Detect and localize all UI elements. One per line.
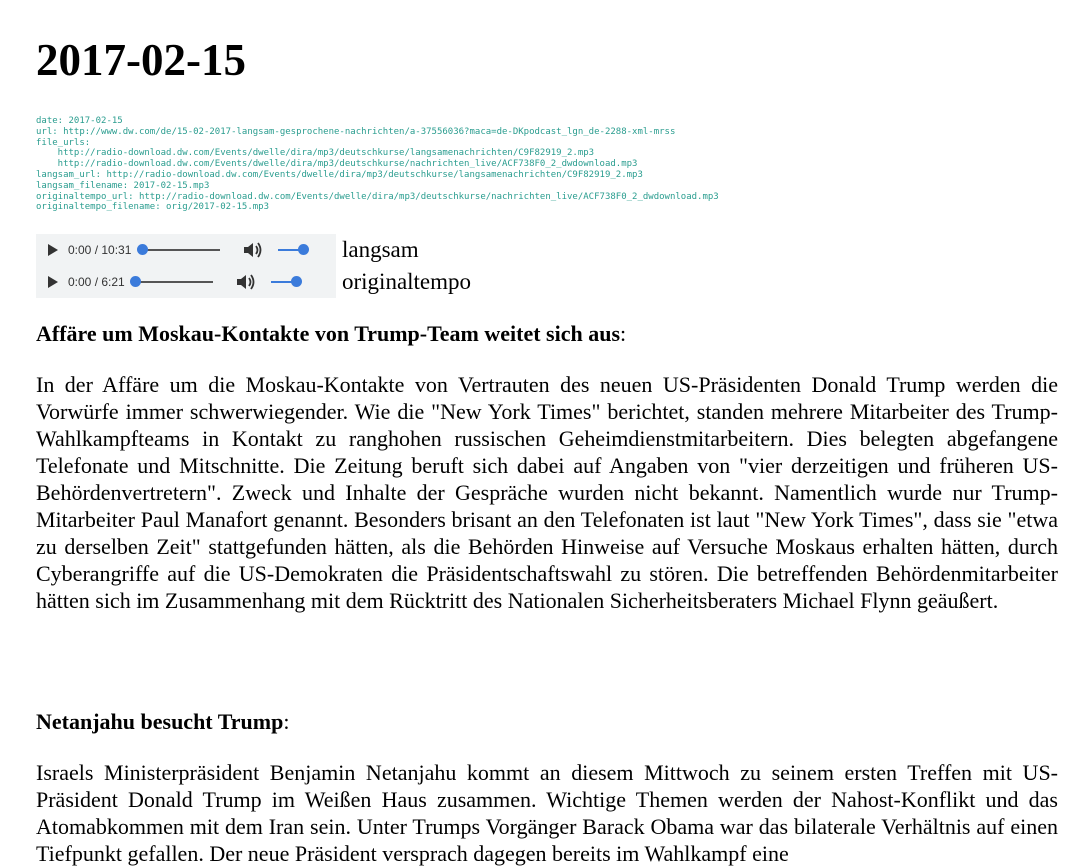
meta-line: http://radio-download.dw.com/Events/dwel…	[36, 159, 638, 170]
seek-slider[interactable]	[130, 276, 213, 288]
player-label: originaltempo	[342, 269, 472, 295]
article-body: In der Affäre um die Moskau-Kontakte von…	[36, 372, 1058, 614]
volume-thumb[interactable]	[298, 244, 309, 256]
player-time: 0:00 / 6:21	[68, 275, 125, 290]
volume-icon[interactable]	[235, 273, 257, 291]
seek-thumb[interactable]	[130, 276, 141, 288]
meta-line: originaltempo_filename: orig/2017-02-15.…	[36, 202, 269, 213]
page-title: 2017-02-15	[36, 35, 246, 85]
meta-line: http://radio-download.dw.com/Events/dwel…	[36, 148, 595, 159]
article-heading: Affäre um Moskau-Kontakte von Trump-Team…	[36, 321, 621, 347]
player-label: langsam	[342, 237, 419, 263]
article-title: Affäre um Moskau-Kontakte von Trump-Team…	[36, 320, 1058, 347]
title-suffix: :	[620, 321, 627, 347]
article-heading: Netanjahu besucht Trump	[36, 709, 284, 735]
article-body: Israels Ministerpräsident Benjamin Netan…	[36, 760, 1058, 867]
player-time: 0:00 / 10:31	[68, 243, 132, 258]
volume-icon[interactable]	[242, 241, 264, 259]
title-suffix: :	[283, 709, 290, 735]
seek-thumb[interactable]	[137, 244, 148, 256]
play-icon[interactable]	[46, 275, 60, 289]
volume-slider[interactable]	[271, 276, 302, 288]
meta-line: langsam_filename: 2017-02-15.mp3	[36, 180, 210, 191]
player-row-originaltempo: 0:00 / 6:21 originaltempo	[36, 266, 1058, 299]
audio-players: 0:00 / 10:31 langsam 0:00 / 6:21 origina…	[36, 234, 1058, 299]
audio-player-originaltempo: 0:00 / 6:21	[36, 266, 336, 299]
volume-slider[interactable]	[278, 244, 309, 256]
audio-player-langsam: 0:00 / 10:31	[36, 234, 336, 267]
page: 2017-02-15 date: 2017-02-15 url: http://…	[0, 0, 1078, 867]
meta-line: langsam_url: http://radio-download.dw.co…	[36, 169, 643, 180]
meta-line: file_urls:	[36, 137, 91, 148]
seek-slider[interactable]	[137, 244, 220, 256]
meta-line: originaltempo_url: http://radio-download…	[36, 191, 719, 202]
player-row-langsam: 0:00 / 10:31 langsam	[36, 234, 1058, 267]
play-icon[interactable]	[46, 243, 60, 257]
meta-line: date: 2017-02-15	[36, 116, 123, 126]
volume-thumb[interactable]	[291, 276, 302, 288]
metadata-block: date: 2017-02-15 url: http://www.dw.com/…	[36, 116, 1058, 213]
article-title: Netanjahu besucht Trump:	[36, 708, 1058, 735]
meta-line: url: http://www.dw.com/de/15-02-2017-lan…	[36, 126, 676, 137]
